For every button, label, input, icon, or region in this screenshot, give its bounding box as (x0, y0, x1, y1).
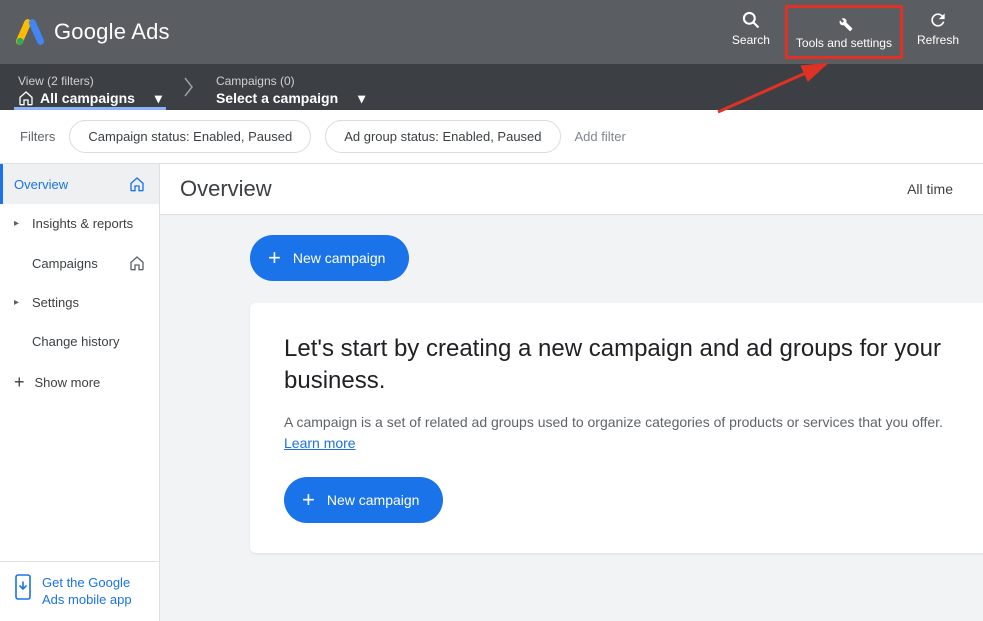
plus-icon: + (268, 247, 281, 269)
wrench-icon (833, 12, 855, 34)
card-heading: Let's start by creating a new campaign a… (284, 333, 969, 398)
sidebar-item-campaigns[interactable]: Campaigns (0, 243, 159, 283)
add-filter-button[interactable]: Add filter (575, 129, 626, 144)
search-icon (740, 9, 762, 31)
chevron-down-icon: ▾ (155, 90, 162, 107)
filters-bar: Filters Campaign status: Enabled, Paused… (0, 110, 983, 164)
sidebar-item-change-history[interactable]: Change history (0, 322, 159, 361)
tools-settings-button[interactable]: Tools and settings (785, 5, 903, 59)
breadcrumb-view[interactable]: View (2 filters) All campaigns ▾ (0, 64, 180, 110)
breadcrumb-separator-icon (180, 64, 198, 110)
campaigns-value: Select a campaign (216, 90, 338, 106)
view-value: All campaigns (40, 90, 135, 106)
breadcrumb-bar: View (2 filters) All campaigns ▾ Campaig… (0, 64, 983, 110)
getting-started-card: Let's start by creating a new campaign a… (250, 303, 983, 553)
new-campaign-button-top[interactable]: + New campaign (250, 235, 409, 281)
home-icon (129, 176, 145, 192)
time-range-selector[interactable]: All time (907, 181, 963, 197)
refresh-label: Refresh (917, 33, 959, 49)
filter-chip-campaign-status[interactable]: Campaign status: Enabled, Paused (69, 120, 311, 153)
search-label: Search (732, 33, 770, 49)
caret-right-icon: ▸ (14, 297, 24, 308)
breadcrumb-campaigns[interactable]: Campaigns (0) Select a campaign ▾ (198, 64, 383, 110)
filters-label: Filters (20, 129, 55, 144)
sidebar-item-settings[interactable]: ▸ Settings (0, 283, 159, 322)
main-content: Overview All time + New campaign Let's s… (160, 164, 983, 621)
new-campaign-button-card[interactable]: + New campaign (284, 477, 443, 523)
refresh-button[interactable]: Refresh (909, 5, 967, 53)
learn-more-link[interactable]: Learn more (284, 435, 969, 451)
search-button[interactable]: Search (723, 5, 779, 53)
sidebar-item-overview[interactable]: Overview (0, 164, 159, 204)
new-campaign-label: New campaign (327, 492, 420, 508)
google-ads-logo-icon (16, 18, 44, 46)
filter-chip-adgroup-status[interactable]: Ad group status: Enabled, Paused (325, 120, 560, 153)
plus-icon: + (14, 373, 25, 391)
sidebar-item-label: Change history (32, 334, 119, 349)
view-filters-label: View (2 filters) (18, 74, 162, 88)
phone-download-icon (14, 574, 32, 600)
sidebar-item-label: Overview (14, 177, 68, 192)
sidebar-item-insights[interactable]: ▸ Insights & reports (0, 204, 159, 243)
mobile-app-promo[interactable]: Get the Google Ads mobile app (0, 561, 159, 621)
home-icon (129, 255, 145, 271)
app-header: Google Ads Search Tools and settings Ref… (0, 0, 983, 64)
logo-area: Google Ads (16, 18, 170, 46)
show-more-label: Show more (35, 375, 101, 390)
sidebar-item-label: Campaigns (32, 256, 98, 271)
plus-icon: + (302, 489, 315, 511)
product-name: Google Ads (54, 19, 170, 45)
new-campaign-label: New campaign (293, 250, 386, 266)
mobile-app-link: Get the Google Ads mobile app (42, 574, 145, 609)
chevron-down-icon: ▾ (358, 90, 365, 107)
header-actions: Search Tools and settings Refresh (723, 5, 967, 59)
caret-right-icon: ▸ (14, 218, 24, 229)
tools-label: Tools and settings (796, 36, 892, 52)
main-body: + New campaign Let's start by creating a… (160, 214, 983, 621)
campaigns-count-label: Campaigns (0) (216, 74, 365, 88)
refresh-icon (927, 9, 949, 31)
sidebar-item-label: Settings (32, 295, 79, 310)
page-header-bar: Overview All time (160, 164, 983, 214)
show-more-button[interactable]: + Show more (0, 361, 159, 403)
sidebar-item-label: Insights & reports (32, 216, 133, 231)
page-title: Overview (180, 176, 272, 202)
sidebar: Overview ▸ Insights & reports Campaigns … (0, 164, 160, 621)
card-body-text: A campaign is a set of related ad groups… (284, 412, 969, 433)
home-icon (18, 90, 34, 106)
